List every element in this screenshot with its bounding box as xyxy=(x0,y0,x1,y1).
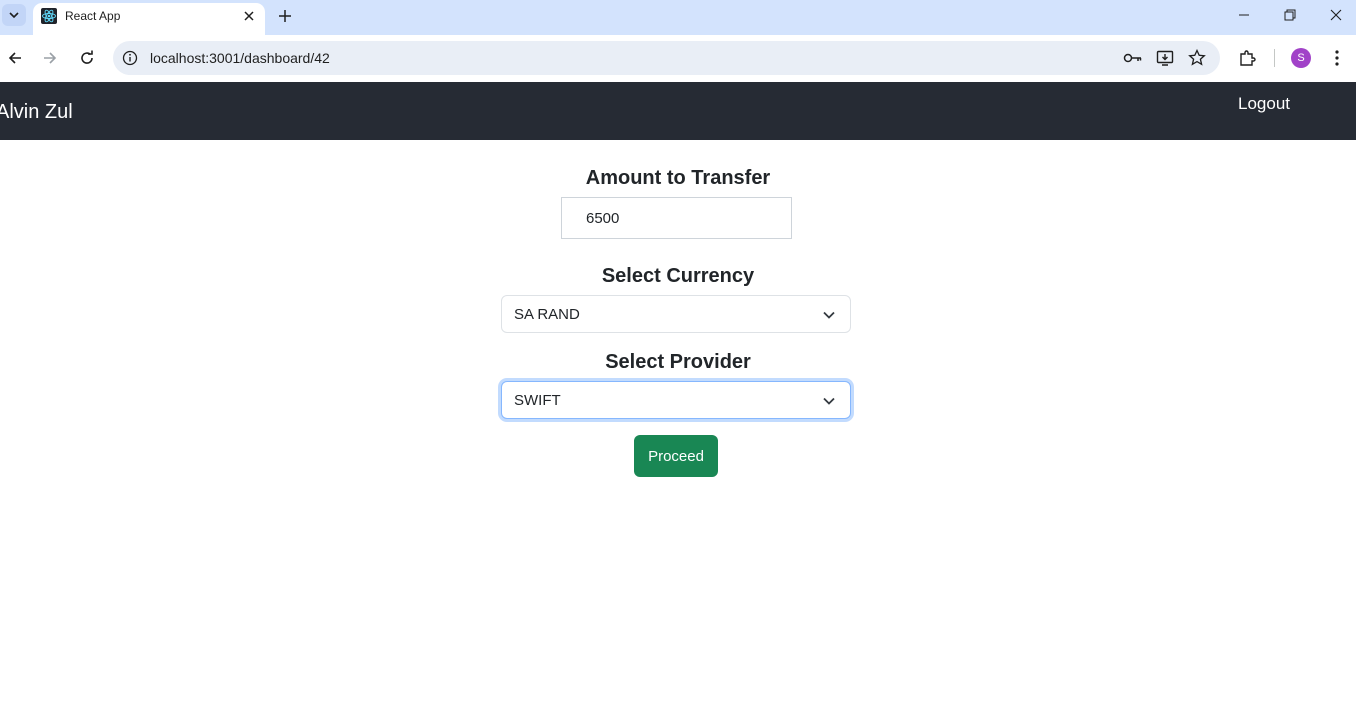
close-icon xyxy=(244,11,254,21)
plus-icon xyxy=(279,10,291,22)
puzzle-icon xyxy=(1240,50,1256,66)
browser-menu-button[interactable] xyxy=(1325,46,1349,70)
back-button[interactable] xyxy=(3,46,27,70)
browser-tab-bar: React App xyxy=(0,0,1356,35)
arrow-right-icon xyxy=(44,52,57,64)
extensions-button[interactable] xyxy=(1235,46,1259,70)
tab-search-button[interactable] xyxy=(2,4,26,26)
arrow-left-icon xyxy=(8,52,21,64)
provider-label: Select Provider xyxy=(605,351,751,373)
chevron-down-icon xyxy=(823,397,835,405)
reload-icon xyxy=(81,50,93,64)
restore-icon xyxy=(1284,9,1296,21)
currency-select-value: SA RAND xyxy=(514,306,580,323)
url-text: localhost:3001/dashboard/42 xyxy=(150,50,330,66)
window-close-button[interactable] xyxy=(1313,0,1356,30)
minimize-icon xyxy=(1239,14,1249,16)
browser-toolbar: localhost:3001/dashboard/42 S xyxy=(0,35,1356,81)
more-vertical-icon xyxy=(1335,50,1339,66)
restore-button[interactable] xyxy=(1267,0,1313,30)
bookmark-star-icon[interactable] xyxy=(1188,49,1206,67)
minimize-button[interactable] xyxy=(1221,0,1267,30)
toolbar-divider xyxy=(1274,49,1275,67)
currency-select[interactable]: SA RAND xyxy=(501,295,851,333)
amount-input[interactable] xyxy=(561,197,792,239)
install-app-icon[interactable] xyxy=(1156,49,1174,67)
reload-button[interactable] xyxy=(75,46,99,70)
provider-select-value: SWIFT xyxy=(514,392,561,409)
amount-label: Amount to Transfer xyxy=(585,167,771,189)
profile-avatar[interactable]: S xyxy=(1291,48,1311,68)
provider-select[interactable]: SWIFT xyxy=(501,381,851,419)
close-icon xyxy=(1330,9,1342,21)
proceed-button[interactable]: Proceed xyxy=(634,435,718,477)
app-navbar: Alvin Zul Logout xyxy=(0,82,1356,140)
password-key-icon[interactable] xyxy=(1123,50,1143,66)
address-bar[interactable]: localhost:3001/dashboard/42 xyxy=(113,41,1220,75)
new-tab-button[interactable] xyxy=(274,5,296,27)
site-info-icon[interactable] xyxy=(122,50,138,66)
chevron-down-icon xyxy=(823,311,835,319)
tab-title: React App xyxy=(65,9,121,23)
forward-button[interactable] xyxy=(38,46,62,70)
currency-label: Select Currency xyxy=(601,265,755,287)
navbar-brand[interactable]: Alvin Zul xyxy=(0,101,73,124)
tab-close-button[interactable] xyxy=(241,8,257,24)
logout-link[interactable]: Logout xyxy=(1238,94,1290,114)
chevron-down-icon xyxy=(9,12,19,19)
react-logo-icon xyxy=(41,8,57,24)
browser-tab[interactable]: React App xyxy=(33,3,265,35)
